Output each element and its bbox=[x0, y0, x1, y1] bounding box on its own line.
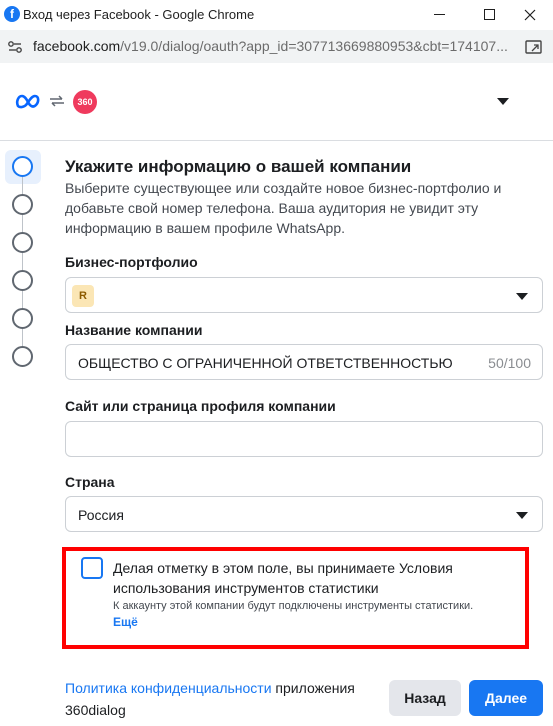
consent-text: Делая отметку в этом поле, вы принимаете… bbox=[113, 560, 453, 596]
company-name-value: ОБЩЕСТВО С ОГРАНИЧЕННОЙ ОТВЕТСТВЕННОСТЬЮ bbox=[78, 355, 453, 371]
consent-subtext: К аккаунту этой компании будут подключен… bbox=[113, 600, 474, 612]
back-button[interactable]: Назад bbox=[389, 680, 461, 716]
360dialog-logo-icon: 360 bbox=[73, 90, 97, 114]
url-host: facebook.com bbox=[33, 38, 121, 54]
facebook-favicon-icon: f bbox=[4, 6, 20, 22]
step-4-indicator bbox=[12, 270, 33, 291]
char-counter: 50/100 bbox=[488, 355, 531, 371]
open-in-browser-icon[interactable] bbox=[525, 39, 543, 55]
step-1-indicator bbox=[12, 156, 33, 177]
portfolio-avatar: R bbox=[72, 285, 94, 307]
swap-icon bbox=[50, 95, 64, 107]
close-icon[interactable] bbox=[507, 0, 553, 30]
step-5-indicator bbox=[12, 308, 33, 329]
form-heading: Укажите информацию о вашей компании bbox=[65, 157, 412, 176]
more-link[interactable]: Ещё bbox=[113, 615, 138, 629]
company-name-label: Название компании bbox=[65, 322, 203, 338]
country-select[interactable]: Россия bbox=[65, 496, 543, 532]
chevron-down-icon bbox=[516, 512, 528, 519]
step-connector bbox=[22, 177, 23, 195]
privacy-footer: Политика конфиденциальности приложения 3… bbox=[65, 677, 385, 721]
country-value: Россия bbox=[78, 507, 124, 523]
portfolio-select[interactable]: R bbox=[65, 277, 543, 313]
step-2-indicator bbox=[12, 194, 33, 215]
step-connector bbox=[22, 291, 23, 309]
url-path: /v19.0/dialog/oauth?app_id=3077136698809… bbox=[120, 38, 508, 54]
consent-checkbox[interactable] bbox=[81, 557, 103, 579]
window-title: Вход через Facebook - Google Chrome bbox=[23, 7, 255, 22]
company-name-input[interactable]: ОБЩЕСТВО С ОГРАНИЧЕННОЙ ОТВЕТСТВЕННОСТЬЮ… bbox=[65, 344, 543, 380]
url-text[interactable]: facebook.com/v19.0/dialog/oauth?app_id=3… bbox=[33, 38, 513, 54]
meta-logo-icon bbox=[15, 94, 40, 109]
portfolio-label: Бизнес-портфолио bbox=[65, 254, 198, 270]
country-label: Страна bbox=[65, 474, 115, 490]
next-button[interactable]: Далее bbox=[469, 680, 543, 716]
step-3-indicator bbox=[12, 232, 33, 253]
chevron-down-icon bbox=[516, 293, 528, 300]
step-connector bbox=[22, 215, 23, 233]
header-menu-caret-icon[interactable] bbox=[497, 98, 509, 105]
window-titlebar: f Вход через Facebook - Google Chrome bbox=[0, 0, 553, 30]
step-connector bbox=[22, 253, 23, 271]
form-description: Выберите существующее или создайте новое… bbox=[65, 180, 502, 236]
step-connector bbox=[22, 329, 23, 347]
address-bar[interactable]: facebook.com/v19.0/dialog/oauth?app_id=3… bbox=[0, 30, 553, 63]
minimize-icon[interactable] bbox=[417, 0, 463, 30]
website-label: Сайт или страница профиля компании bbox=[65, 398, 336, 414]
website-input[interactable] bbox=[65, 421, 543, 457]
site-settings-icon[interactable] bbox=[6, 38, 24, 56]
privacy-policy-link[interactable]: Политика конфиденциальности bbox=[65, 680, 272, 696]
step-6-indicator bbox=[12, 346, 33, 367]
